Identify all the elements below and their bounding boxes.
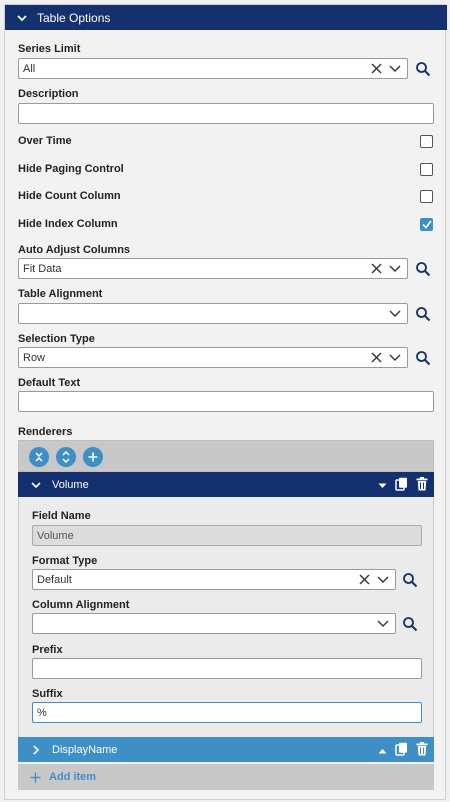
clear-icon[interactable] bbox=[369, 351, 383, 365]
hide-paging-label: Hide Paging Control bbox=[18, 163, 124, 175]
add-item-label: Add item bbox=[49, 771, 97, 783]
panel-title: Table Options bbox=[37, 10, 111, 25]
prefix-input[interactable] bbox=[32, 658, 422, 679]
hide-index-checkbox[interactable] bbox=[420, 218, 433, 231]
hide-paging-checkbox[interactable] bbox=[420, 163, 433, 176]
clear-icon[interactable] bbox=[357, 573, 371, 587]
renderer-header-volume[interactable]: Volume bbox=[18, 472, 434, 497]
hide-index-label: Hide Index Column bbox=[18, 218, 118, 230]
clear-icon[interactable] bbox=[369, 262, 383, 276]
suffix-input[interactable]: % bbox=[32, 702, 422, 723]
chevron-down-icon bbox=[15, 11, 29, 25]
prefix-label: Prefix bbox=[32, 644, 63, 656]
chevron-down-icon[interactable] bbox=[388, 62, 402, 76]
auto-adjust-label: Auto Adjust Columns bbox=[18, 244, 131, 256]
over-time-label: Over Time bbox=[18, 135, 72, 147]
caret-up-icon[interactable] bbox=[378, 745, 387, 757]
renderer-title: Volume bbox=[52, 478, 89, 491]
plus-icon bbox=[88, 452, 98, 462]
chevron-down-icon[interactable] bbox=[388, 307, 402, 321]
table-alignment-select[interactable] bbox=[18, 303, 408, 324]
table-options-panel: Table Options Series Limit All Descripti… bbox=[4, 4, 447, 800]
description-label: Description bbox=[18, 88, 79, 100]
search-icon[interactable] bbox=[414, 60, 432, 78]
renderers-toolbar bbox=[18, 440, 434, 472]
trash-icon[interactable] bbox=[416, 477, 428, 494]
chevron-down-icon bbox=[30, 479, 42, 491]
expand-all-button[interactable] bbox=[56, 447, 76, 467]
trash-icon[interactable] bbox=[416, 742, 428, 759]
series-limit-label: Series Limit bbox=[18, 43, 81, 55]
selection-type-select[interactable]: Row bbox=[18, 347, 408, 368]
search-icon[interactable] bbox=[414, 349, 432, 367]
suffix-label: Suffix bbox=[32, 688, 63, 700]
column-alignment-label: Column Alignment bbox=[32, 599, 130, 611]
clear-icon[interactable] bbox=[369, 62, 383, 76]
expand-all-icon bbox=[62, 451, 70, 463]
add-renderer-button[interactable] bbox=[83, 447, 103, 467]
field-name-label: Field Name bbox=[32, 510, 91, 522]
search-icon[interactable] bbox=[414, 260, 432, 278]
chevron-down-icon[interactable] bbox=[376, 573, 390, 587]
copy-icon[interactable] bbox=[395, 477, 408, 494]
default-text-label: Default Text bbox=[18, 377, 81, 389]
collapse-all-button[interactable] bbox=[29, 447, 49, 467]
renderer-header-displayname[interactable]: DisplayName bbox=[18, 737, 434, 762]
table-alignment-label: Table Alignment bbox=[18, 288, 103, 300]
search-icon[interactable] bbox=[414, 305, 432, 323]
plus-icon bbox=[30, 772, 41, 783]
chevron-down-icon[interactable] bbox=[376, 617, 390, 631]
search-icon[interactable] bbox=[401, 615, 419, 633]
search-icon[interactable] bbox=[401, 571, 419, 589]
check-icon bbox=[421, 220, 432, 229]
series-limit-value: All bbox=[23, 62, 36, 75]
format-type-select[interactable]: Default bbox=[32, 569, 396, 590]
copy-icon[interactable] bbox=[395, 742, 408, 759]
renderer-title: DisplayName bbox=[52, 743, 118, 756]
over-time-checkbox[interactable] bbox=[420, 135, 433, 148]
hide-count-label: Hide Count Column bbox=[18, 190, 121, 202]
chevron-down-icon[interactable] bbox=[388, 262, 402, 276]
collapse-all-icon bbox=[35, 452, 43, 462]
column-alignment-select[interactable] bbox=[32, 613, 396, 634]
default-text-input[interactable] bbox=[18, 391, 434, 412]
series-limit-select[interactable]: All bbox=[18, 58, 408, 79]
chevron-right-icon bbox=[30, 744, 42, 756]
chevron-down-icon[interactable] bbox=[388, 351, 402, 365]
format-type-label: Format Type bbox=[32, 555, 98, 567]
field-name-input: Volume bbox=[32, 525, 422, 546]
renderers-label: Renderers bbox=[18, 426, 73, 438]
selection-type-label: Selection Type bbox=[18, 333, 95, 345]
table-options-header[interactable]: Table Options bbox=[5, 5, 447, 30]
caret-down-icon[interactable] bbox=[378, 480, 387, 492]
description-input[interactable] bbox=[18, 103, 434, 124]
auto-adjust-select[interactable]: Fit Data bbox=[18, 258, 408, 279]
add-item-button[interactable]: Add item bbox=[18, 764, 434, 790]
hide-count-checkbox[interactable] bbox=[420, 190, 433, 203]
renderer-body-volume: Field Name Volume Format Type Default Co… bbox=[18, 497, 434, 737]
